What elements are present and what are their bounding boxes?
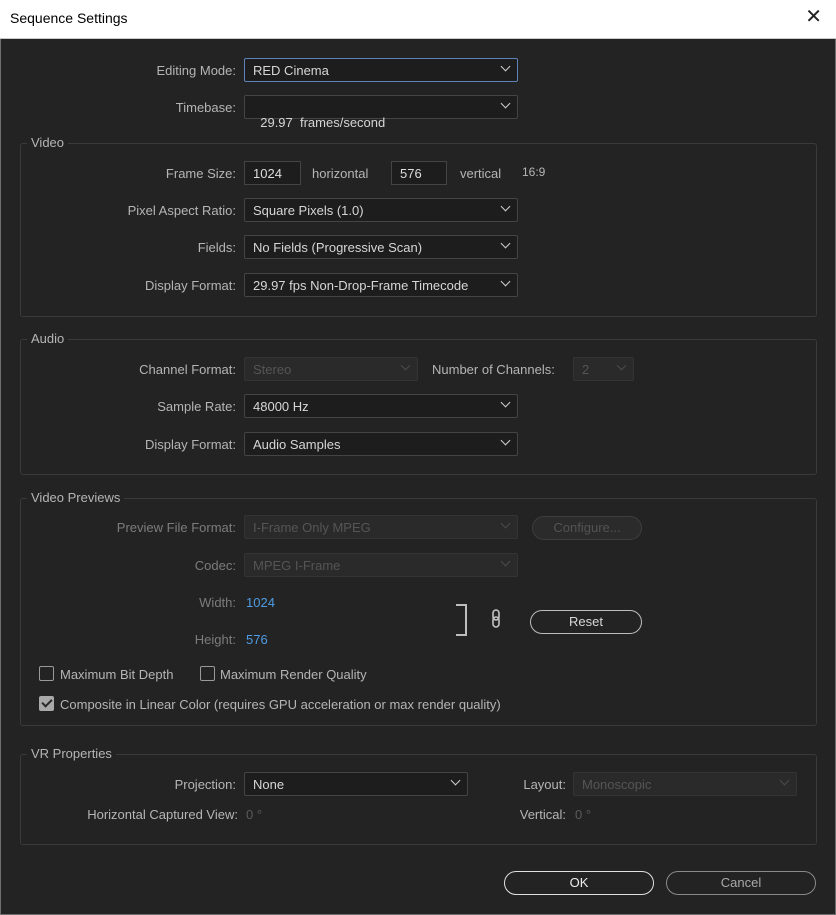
fields-value: No Fields (Progressive Scan)	[253, 240, 423, 255]
chevron-down-icon	[450, 775, 461, 786]
cancel-button[interactable]: Cancel	[666, 871, 816, 895]
vertical-label: vertical	[460, 166, 502, 181]
sample-rate-value: 48000 Hz	[253, 399, 309, 414]
preview-width-value[interactable]: 1024	[246, 595, 275, 610]
video-group-title: Video	[27, 135, 69, 150]
chevron-down-icon	[500, 61, 511, 72]
editing-mode-dropdown[interactable]: RED Cinema	[244, 58, 518, 82]
num-channels-value: 2	[582, 362, 590, 377]
editing-mode-value: RED Cinema	[253, 63, 329, 78]
max-render-quality-label: Maximum Render Quality	[220, 667, 367, 682]
channel-format-dropdown: Stereo	[244, 357, 418, 381]
editing-mode-label: Editing Mode:	[156, 63, 237, 78]
projection-value: None	[253, 777, 285, 792]
frame-width-input[interactable]: 1024	[244, 161, 301, 185]
video-display-format-label: Display Format:	[144, 278, 236, 293]
preview-height-value[interactable]: 576	[246, 632, 268, 647]
max-render-quality-checkbox[interactable]	[200, 666, 215, 681]
composite-linear-label: Composite in Linear Color (requires GPU …	[60, 697, 501, 712]
reset-button[interactable]: Reset	[530, 610, 642, 634]
timebase-label: Timebase:	[175, 100, 236, 115]
configure-button: Configure...	[532, 516, 642, 540]
aspect-ratio-text: 16:9	[522, 165, 546, 179]
max-bit-depth-checkbox[interactable]	[39, 666, 54, 681]
num-channels-dropdown: 2	[573, 357, 634, 381]
num-channels-label: Number of Channels:	[432, 362, 555, 377]
sample-rate-label: Sample Rate:	[157, 399, 236, 414]
preview-file-format-dropdown: I-Frame Only MPEG	[244, 515, 518, 539]
link-bracket	[456, 604, 467, 636]
chevron-down-icon	[500, 397, 511, 408]
timebase-dropdown[interactable]: 29.97 frames/second	[244, 95, 518, 130]
pixel-aspect-value: Square Pixels (1.0)	[253, 203, 364, 218]
channel-format-label: Channel Format:	[139, 362, 236, 377]
chevron-down-icon	[500, 238, 511, 249]
codec-value: MPEG I-Frame	[253, 558, 341, 573]
chevron-down-icon	[779, 775, 790, 786]
ok-button[interactable]: OK	[504, 871, 654, 895]
preview-file-format-label: Preview File Format:	[116, 520, 236, 535]
chevron-down-icon	[500, 98, 511, 109]
chevron-down-icon	[500, 518, 511, 529]
close-icon[interactable]: ✕	[805, 6, 822, 28]
window-title: Sequence Settings	[10, 10, 128, 26]
frame-size-label: Frame Size:	[165, 166, 236, 181]
codec-dropdown: MPEG I-Frame	[244, 553, 518, 577]
video-previews-group-title: Video Previews	[27, 490, 125, 505]
vr-properties-group-title: VR Properties	[27, 746, 116, 761]
chevron-down-icon	[500, 556, 511, 567]
frame-height-input[interactable]: 576	[391, 161, 447, 185]
chain-link-icon[interactable]	[490, 608, 502, 630]
channel-format-value: Stereo	[253, 362, 292, 377]
sample-rate-dropdown[interactable]: 48000 Hz	[244, 394, 518, 418]
preview-height-label: Height:	[194, 632, 236, 647]
fields-label: Fields:	[197, 240, 236, 255]
horizontal-label: horizontal	[312, 166, 369, 181]
video-display-format-value: 29.97 fps Non-Drop-Frame Timecode	[253, 278, 469, 293]
pixel-aspect-dropdown[interactable]: Square Pixels (1.0)	[244, 198, 518, 222]
audio-group-title: Audio	[27, 331, 69, 346]
horizontal-view-value: 0 °	[246, 807, 263, 822]
codec-label: Codec:	[194, 558, 236, 573]
vr-properties-group	[20, 754, 817, 845]
preview-width-label: Width:	[199, 595, 236, 610]
timebase-value: 29.97 frames/second	[260, 115, 386, 130]
chevron-down-icon	[400, 360, 411, 371]
preview-file-format-value: I-Frame Only MPEG	[253, 520, 371, 535]
projection-dropdown[interactable]: None	[244, 772, 468, 796]
fields-dropdown[interactable]: No Fields (Progressive Scan)	[244, 235, 518, 259]
audio-display-format-label: Display Format:	[144, 437, 236, 452]
projection-label: Projection:	[174, 777, 236, 792]
video-display-format-dropdown[interactable]: 29.97 fps Non-Drop-Frame Timecode	[244, 273, 518, 297]
audio-display-format-value: Audio Samples	[253, 437, 341, 452]
chevron-down-icon	[616, 360, 627, 371]
layout-value: Monoscopic	[582, 777, 652, 792]
chevron-down-icon	[500, 201, 511, 212]
layout-dropdown: Monoscopic	[573, 772, 797, 796]
pixel-aspect-label: Pixel Aspect Ratio:	[127, 203, 236, 218]
max-bit-depth-label: Maximum Bit Depth	[60, 667, 174, 682]
chevron-down-icon	[500, 435, 511, 446]
title-bar: Sequence Settings ✕	[0, 0, 836, 39]
vertical-view-value: 0 °	[575, 807, 592, 822]
layout-label: Layout:	[523, 777, 566, 792]
vertical-view-label: Vertical:	[519, 807, 566, 822]
horizontal-view-label: Horizontal Captured View:	[87, 807, 238, 822]
composite-linear-checkbox[interactable]	[39, 696, 54, 711]
chevron-down-icon	[500, 276, 511, 287]
audio-display-format-dropdown[interactable]: Audio Samples	[244, 432, 518, 456]
